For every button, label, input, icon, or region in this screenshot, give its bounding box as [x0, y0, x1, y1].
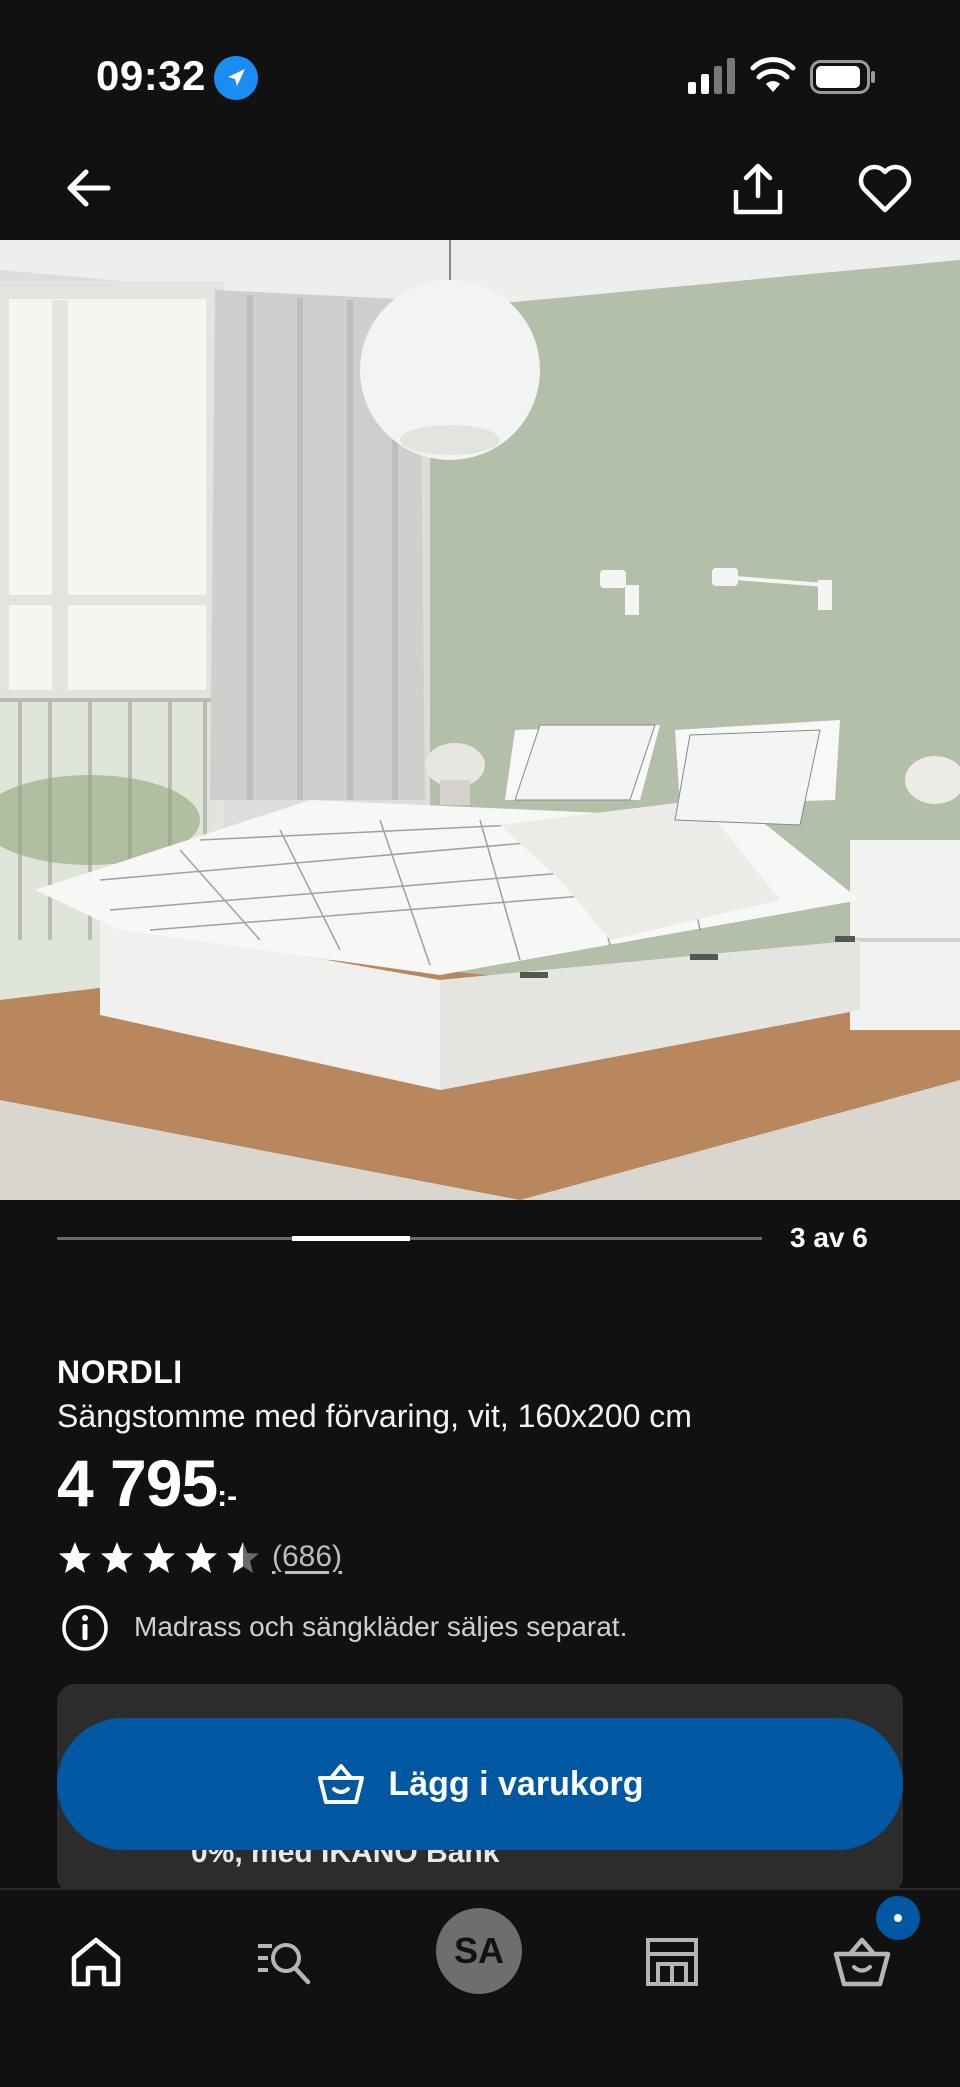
carousel-counter: 3 av 6 [790, 1222, 868, 1253]
cellular-signal-icon [688, 58, 735, 94]
cart-badge-dot [894, 1914, 902, 1922]
cart-icon[interactable] [830, 1932, 894, 1992]
battery-icon [810, 60, 875, 94]
location-arrow-icon [214, 56, 258, 100]
star-full-icon [143, 1542, 175, 1573]
review-count-link[interactable]: (686) [272, 1540, 342, 1574]
info-icon [62, 1605, 108, 1651]
profile-avatar[interactable]: SA [436, 1908, 522, 1994]
bedroom-scene-illustration [0, 240, 960, 1200]
store-icon[interactable] [640, 1932, 704, 1992]
star-full-icon [59, 1542, 91, 1573]
product-description: Sängstomme med förvaring, vit, 160x200 c… [57, 1398, 692, 1434]
rating-stars[interactable] [57, 1540, 261, 1576]
carousel-progress-active [292, 1236, 410, 1241]
back-button[interactable] [60, 160, 116, 216]
favorite-button[interactable] [856, 160, 914, 216]
add-to-cart-button[interactable]: Lägg i varukorg [57, 1718, 903, 1850]
carousel-progress-track [57, 1236, 762, 1241]
price-amount: 4 795 [57, 1446, 218, 1520]
bottom-tab-bar: SA [0, 1888, 960, 2087]
status-time: 09:32 [96, 52, 206, 99]
cart-badge [876, 1896, 920, 1940]
search-list-icon[interactable] [254, 1932, 318, 1992]
separate-sale-notice: Madrass och sängkläder säljes separat. [134, 1611, 628, 1642]
home-icon[interactable] [64, 1932, 128, 1992]
status-bar: 09:32 [0, 0, 960, 150]
wifi-icon [750, 57, 796, 92]
product-price: 4 795:- [57, 1445, 237, 1521]
star-full-icon [185, 1542, 217, 1573]
share-button[interactable] [730, 160, 786, 220]
shopping-basket-icon [318, 1764, 365, 1804]
price-suffix: :- [217, 1480, 238, 1513]
star-full-icon [101, 1542, 133, 1573]
star-half-icon [227, 1542, 259, 1573]
add-to-cart-label: Lägg i varukorg [388, 1764, 644, 1803]
product-brand: NORDLI [57, 1354, 183, 1390]
product-image[interactable] [0, 240, 960, 1200]
